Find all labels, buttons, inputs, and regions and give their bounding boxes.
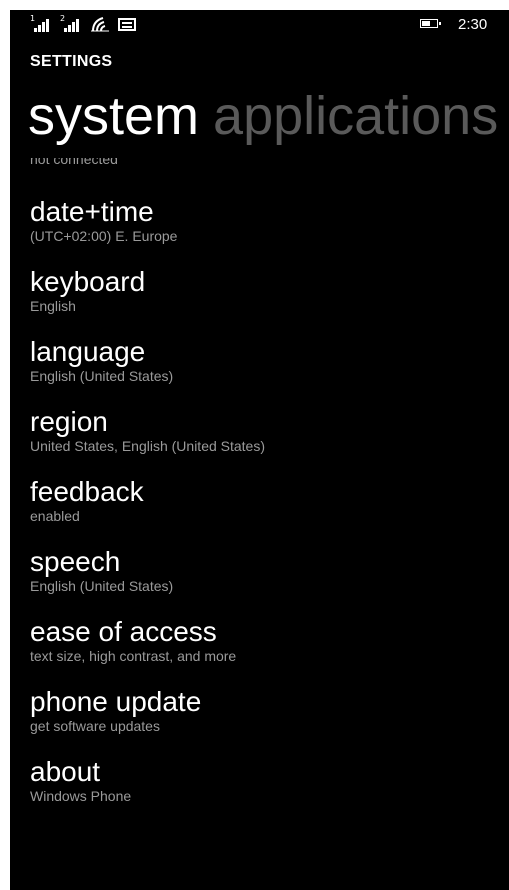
list-item-region[interactable]: region United States, English (United St… [30,406,500,455]
phone-screen: 1 2 2:30 SETTINGS system applications no… [10,10,509,890]
list-item-title: speech [30,546,121,577]
list-item-subtitle: enabled [30,508,80,524]
list-item-speech[interactable]: speech English (United States) [30,546,500,595]
status-icons: 1 2 [30,15,136,32]
message-icon [118,18,136,31]
list-item-subtitle: text size, high contrast, and more [30,648,237,664]
list-item-title: region [30,406,108,437]
list-item-subtitle: English (United States) [30,578,174,594]
list-item-keyboard[interactable]: keyboard English [30,266,500,315]
list-item-title: about [30,756,101,787]
wifi-icon [91,17,109,32]
status-time: 2:30 [458,16,488,33]
pivot-system[interactable]: system [28,84,199,148]
list-item-title: feedback [30,476,144,507]
list-item-title: date+time [30,196,154,227]
pivot-applications[interactable]: applications [213,84,498,148]
pivot-header: system applications [28,84,509,148]
list-item-subtitle: get software updates [30,718,160,734]
list-item-phone-update[interactable]: phone update get software updates [30,686,500,735]
list-item-subtitle: Windows Phone [30,788,132,804]
list-item-title: ease of access [30,616,217,647]
settings-list: not connected date+time (UTC+02:00) E. E… [10,158,509,890]
signal-sim2-icon: 2 [60,15,82,32]
list-item-subtitle: English (United States) [30,368,174,384]
signal-sim1-icon: 1 [30,15,52,32]
app-title: SETTINGS [30,53,113,70]
list-item-language[interactable]: language English (United States) [30,336,500,385]
list-item-title: phone update [30,686,202,717]
list-item-about[interactable]: about Windows Phone [30,756,500,805]
list-item-subtitle: United States, English (United States) [30,438,266,454]
battery-icon [420,19,441,28]
list-item-title: language [30,336,146,367]
partial-item-subtitle: not connected [30,158,118,167]
list-item-subtitle: English [30,298,76,314]
list-item-ease-of-access[interactable]: ease of access text size, high contrast,… [30,616,500,665]
list-item-title: keyboard [30,266,146,297]
status-bar: 1 2 2:30 [10,10,509,40]
list-item-subtitle: (UTC+02:00) E. Europe [30,228,178,244]
list-item-feedback[interactable]: feedback enabled [30,476,500,525]
list-item-date-time[interactable]: date+time (UTC+02:00) E. Europe [30,196,500,245]
